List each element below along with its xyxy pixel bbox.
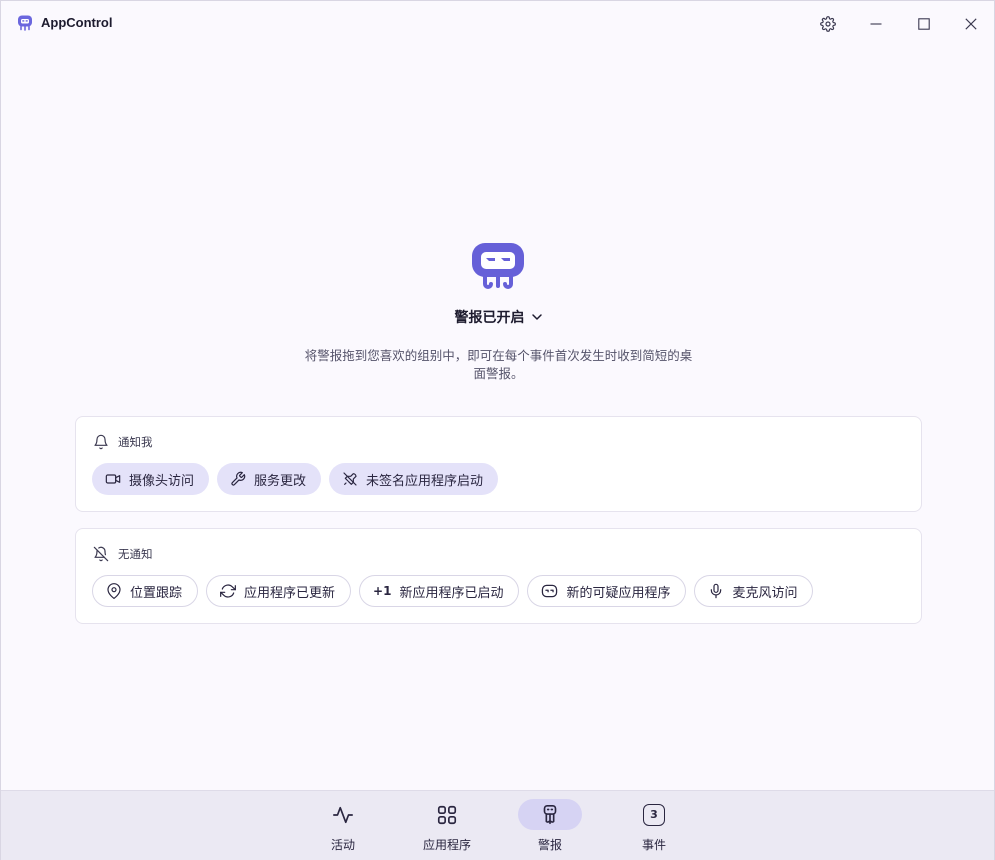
nav-activity-label: 活动 <box>330 838 355 852</box>
bell-icon <box>94 434 108 450</box>
chip-service-change[interactable]: 服务更改 <box>217 463 322 495</box>
bottom-navigation: 活动 应用程序 警报 3 事件 <box>1 790 994 860</box>
title-bar: AppControl <box>1 1 994 45</box>
close-button[interactable] <box>956 9 986 39</box>
grid-icon <box>437 805 457 824</box>
nav-activity[interactable]: 活动 <box>303 791 383 860</box>
chip-label: 应用程序已更新 <box>244 585 336 601</box>
wrench-icon <box>231 471 246 486</box>
chip-new-app-launched[interactable]: +1 新应用程序已启动 <box>359 575 520 607</box>
nav-alerts[interactable]: 警报 <box>510 791 590 860</box>
nav-events[interactable]: 3 事件 <box>614 791 694 860</box>
alerts-status-dropdown[interactable]: 警报已开启 <box>1 307 995 327</box>
silent-group-header: 无通知 <box>93 546 153 562</box>
nav-activity-pill <box>311 799 375 830</box>
maximize-icon <box>918 18 930 30</box>
chip-label: 未签名应用程序启动 <box>366 473 484 489</box>
silent-group-card: 无通知 位置跟踪 应用程序已更新 +1 新应用程序已启动 新的可疑应用程序 麦克… <box>75 528 922 624</box>
refresh-icon <box>220 584 236 598</box>
minimize-icon <box>870 23 882 25</box>
chip-label: 摄像头访问 <box>129 473 195 489</box>
notify-chip-list: 摄像头访问 服务更改 未签名应用程序启动 <box>92 463 499 495</box>
silent-chip-list: 位置跟踪 应用程序已更新 +1 新应用程序已启动 新的可疑应用程序 麦克风访问 <box>92 575 814 607</box>
maximize-button[interactable] <box>909 9 939 39</box>
alert-mascot-icon <box>472 243 524 289</box>
chip-label: 麦克风访问 <box>732 585 798 601</box>
notify-group-label: 通知我 <box>118 435 153 449</box>
nav-apps[interactable]: 应用程序 <box>407 791 487 860</box>
chip-label: 位置跟踪 <box>130 585 183 601</box>
chip-label: 服务更改 <box>254 473 307 489</box>
minimize-button[interactable] <box>861 9 891 39</box>
chip-label: 新应用程序已启动 <box>399 585 504 601</box>
chip-app-updated[interactable]: 应用程序已更新 <box>206 575 352 607</box>
close-icon <box>965 18 977 30</box>
app-logo-icon <box>18 15 32 31</box>
notify-group-card: 通知我 摄像头访问 服务更改 未签名应用程序启动 <box>75 416 922 512</box>
events-badge-icon: 3 <box>643 803 665 826</box>
events-count: 3 <box>650 808 658 821</box>
video-camera-icon <box>105 474 121 484</box>
alerts-status-label: 警报已开启 <box>454 310 525 326</box>
app-window: AppControl 警报已开启 将警报拖到您喜欢的组别中，即可在每个事件首次发… <box>0 0 995 860</box>
app-title: AppControl <box>41 15 113 30</box>
nav-events-label: 事件 <box>641 838 666 852</box>
activity-icon <box>333 806 353 823</box>
chip-camera-access[interactable]: 摄像头访问 <box>92 463 210 495</box>
gear-icon <box>820 16 836 32</box>
plus-one-icon: +1 <box>373 584 392 598</box>
chip-microphone-access[interactable]: 麦克风访问 <box>694 575 814 607</box>
chevron-down-icon <box>531 314 542 320</box>
chip-new-suspicious-app[interactable]: 新的可疑应用程序 <box>527 575 687 607</box>
bell-off-icon <box>93 546 109 562</box>
nav-alerts-pill <box>518 799 582 830</box>
notify-group-header: 通知我 <box>93 434 153 450</box>
nav-alerts-label: 警报 <box>537 838 562 852</box>
chip-unsigned-app-launch[interactable]: 未签名应用程序启动 <box>329 463 499 495</box>
settings-button[interactable] <box>813 9 843 39</box>
chip-location-tracking[interactable]: 位置跟踪 <box>92 575 199 607</box>
silent-group-label: 无通知 <box>118 547 153 561</box>
nav-apps-label: 应用程序 <box>422 838 471 852</box>
microphone-icon <box>711 583 722 599</box>
nav-events-pill: 3 <box>622 799 686 830</box>
map-pin-icon <box>107 583 121 599</box>
rocket-off-icon <box>343 472 357 486</box>
suspicious-face-icon <box>542 584 558 598</box>
chip-label: 新的可疑应用程序 <box>566 585 671 601</box>
nav-apps-pill <box>415 799 479 830</box>
alerts-description: 将警报拖到您喜欢的组别中，即可在每个事件首次发生时收到简短的桌面警报。 <box>304 348 693 381</box>
alert-bot-icon <box>543 804 557 824</box>
